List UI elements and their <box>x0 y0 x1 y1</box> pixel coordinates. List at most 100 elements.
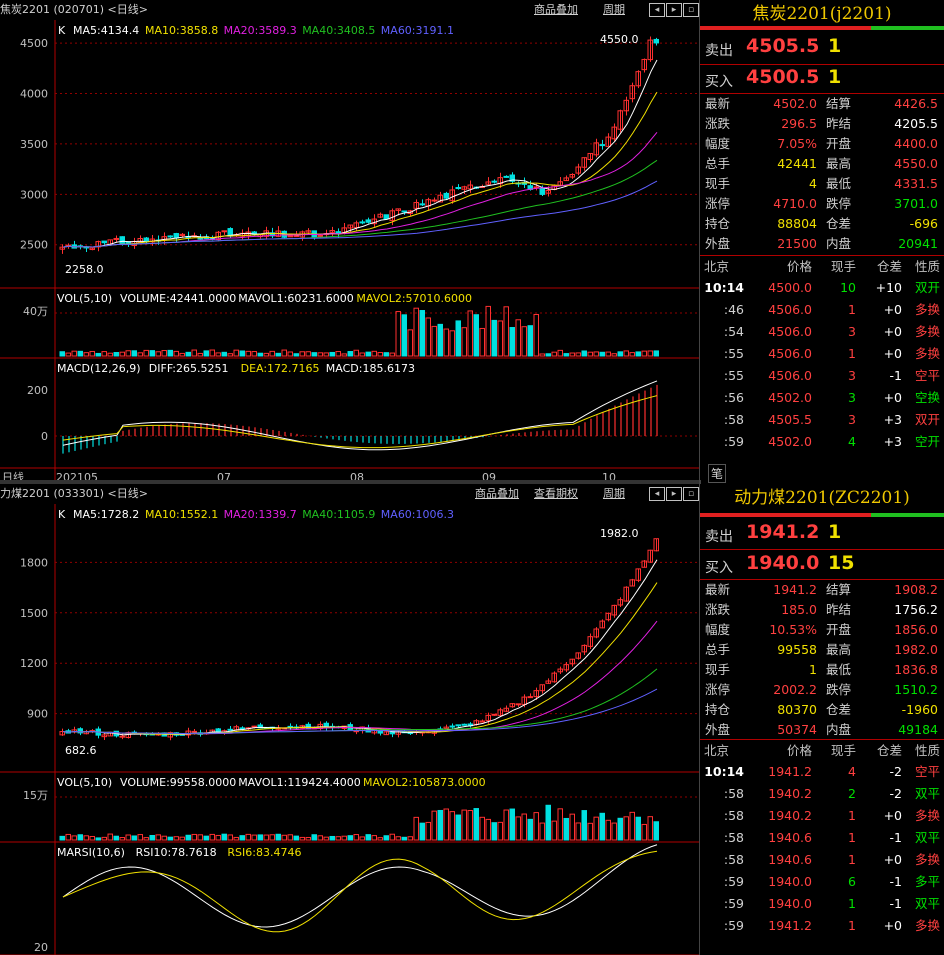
volume-bar <box>95 837 101 841</box>
volume-bar <box>491 822 497 841</box>
volume-bar <box>323 352 329 357</box>
tick-time: 10:14 <box>704 764 744 779</box>
tick-price: 4506.0 <box>768 346 812 361</box>
tick-row[interactable]: :59 1941.2 1 +0 多换 <box>700 915 944 937</box>
tick-row[interactable]: :58 1940.2 2 -2 双平 <box>700 783 944 805</box>
stat-label: 持仓 <box>705 702 731 717</box>
candle-body <box>491 180 497 183</box>
stat-value: 20941 <box>898 236 938 251</box>
volume-bar <box>305 836 311 841</box>
volume-bar <box>113 835 119 841</box>
volume-bar <box>425 821 431 841</box>
tick-volume: 1 <box>848 852 856 867</box>
ma-line <box>62 59 658 248</box>
volume-bar <box>647 816 653 841</box>
tick-oi-change: -2 <box>889 764 902 779</box>
nav-right-icon[interactable]: ▸ <box>666 487 682 501</box>
volume-bar <box>377 837 383 841</box>
tick-row[interactable]: :46 4506.0 1 +0 多换 <box>700 299 944 321</box>
k-legend-ma10: MA10:1552.1 <box>145 508 218 521</box>
volume-bar <box>611 822 617 841</box>
period-link[interactable]: 周期 <box>603 485 625 503</box>
nav-left-icon[interactable]: ◂ <box>649 487 665 501</box>
volume-bar <box>395 836 401 841</box>
vol-legend-v: VOLUME:99558.0000 <box>120 776 236 789</box>
volume-bar <box>461 327 467 357</box>
volume-bar <box>485 305 491 357</box>
volume-bar <box>407 329 413 357</box>
volume-bar <box>239 350 245 357</box>
volume-bar <box>203 835 209 841</box>
tick-row[interactable]: :59 1940.0 6 -1 多平 <box>700 871 944 893</box>
volume-bar <box>275 352 281 357</box>
tick-time: :58 <box>723 786 744 801</box>
nav-fit-icon[interactable]: ▫ <box>683 487 699 501</box>
overlay-link[interactable]: 商品叠加 <box>534 1 578 19</box>
stat-row: 外盘 50374 内盘 49184 <box>700 720 944 740</box>
volume-bar <box>443 328 449 357</box>
candle-body <box>503 175 509 178</box>
volume-bar <box>125 350 131 357</box>
candle-body <box>599 144 605 147</box>
tick-row[interactable]: :58 1940.2 1 +0 多换 <box>700 805 944 827</box>
ma-line <box>62 582 658 735</box>
volume-bar <box>275 833 281 841</box>
volume-bar <box>581 810 587 841</box>
tick-row[interactable]: 10:14 1941.2 4 -2 空平 <box>700 761 944 783</box>
tick-row[interactable]: :54 4506.0 3 +0 多换 <box>700 321 944 343</box>
y-tick-label: 4500 <box>20 37 48 50</box>
overlay-link[interactable]: 商品叠加 <box>475 485 519 503</box>
tick-row[interactable]: :59 4502.0 4 +3 空开 <box>700 431 944 453</box>
volume-bar <box>515 319 521 357</box>
tick-nature: 双开 <box>914 280 940 295</box>
stat-label: 最新 <box>705 582 731 597</box>
tick-time: :59 <box>723 874 744 889</box>
candle-body <box>653 38 659 44</box>
tick-row[interactable]: 10:14 4500.0 10 +10 双开 <box>700 277 944 299</box>
nav-right-icon[interactable]: ▸ <box>666 3 682 17</box>
tick-nature: 双平 <box>914 786 940 801</box>
volume-bar <box>473 808 479 841</box>
volume-bar <box>221 351 227 357</box>
volume-bar <box>329 835 335 841</box>
tick-time: :55 <box>723 346 744 361</box>
volume-bar <box>581 350 587 357</box>
volume-bar <box>143 349 149 357</box>
tick-row[interactable]: :58 1940.6 1 +0 多换 <box>700 849 944 871</box>
tick-row[interactable]: :59 1940.0 1 -1 双平 <box>700 893 944 915</box>
tick-row[interactable]: :56 4502.0 3 +0 空换 <box>700 387 944 409</box>
candle-body <box>431 199 437 202</box>
stat-row: 最新 4502.0 结算 4426.5 <box>700 94 944 114</box>
tick-volume: 2 <box>848 786 856 801</box>
stat-row: 总手 99558 最高 1982.0 <box>700 640 944 660</box>
volume-bar <box>371 350 377 357</box>
tick-row[interactable]: :58 4505.5 3 +3 双开 <box>700 409 944 431</box>
tick-row[interactable]: :58 1940.6 1 -1 双平 <box>700 827 944 849</box>
thermal-coal-chart-canvas[interactable]: 1800 1500 1200 900 1982.0 682.6 K MA5:1728.2 MA1… <box>0 504 700 955</box>
period-link[interactable]: 周期 <box>603 1 625 19</box>
tick-row[interactable]: :55 4506.0 1 +0 多换 <box>700 343 944 365</box>
volume-bar <box>359 836 365 841</box>
volume-bar <box>329 351 335 357</box>
coke-chart-canvas[interactable]: 4500 4000 3500 3000 2500 4550.0 2258.0 K MA5:413… <box>0 20 700 480</box>
tick-price: 4506.0 <box>768 324 812 339</box>
candle-body <box>293 235 299 238</box>
stat-value: 3701.0 <box>894 196 938 211</box>
coke-chart[interactable]: 焦炭2201 (020701) <日线> 商品叠加 周期 ◂ ▸ ▫ 4500 4… <box>0 0 700 480</box>
tick-nature: 空换 <box>914 390 940 405</box>
volume-bar <box>149 350 155 357</box>
volume-bar <box>497 320 503 357</box>
tick-volume: 1 <box>848 918 856 933</box>
nav-fit-icon[interactable]: ▫ <box>683 3 699 17</box>
tick-row[interactable]: :55 4506.0 3 -1 空平 <box>700 365 944 387</box>
y-tick-label: 1200 <box>20 657 48 670</box>
volume-bar <box>413 307 419 357</box>
volume-bar <box>293 835 299 841</box>
nav-left-icon[interactable]: ◂ <box>649 3 665 17</box>
volume-bar <box>353 834 359 841</box>
tick-price: 4506.0 <box>768 368 812 383</box>
thermal-coal-chart[interactable]: 力煤2201 (033301) <日线> 商品叠加 查看期权 周期 ◂ ▸ ▫ … <box>0 484 700 955</box>
candle-body <box>239 727 245 730</box>
options-link[interactable]: 查看期权 <box>534 485 578 503</box>
footer-tab[interactable]: 笔 <box>708 464 727 483</box>
